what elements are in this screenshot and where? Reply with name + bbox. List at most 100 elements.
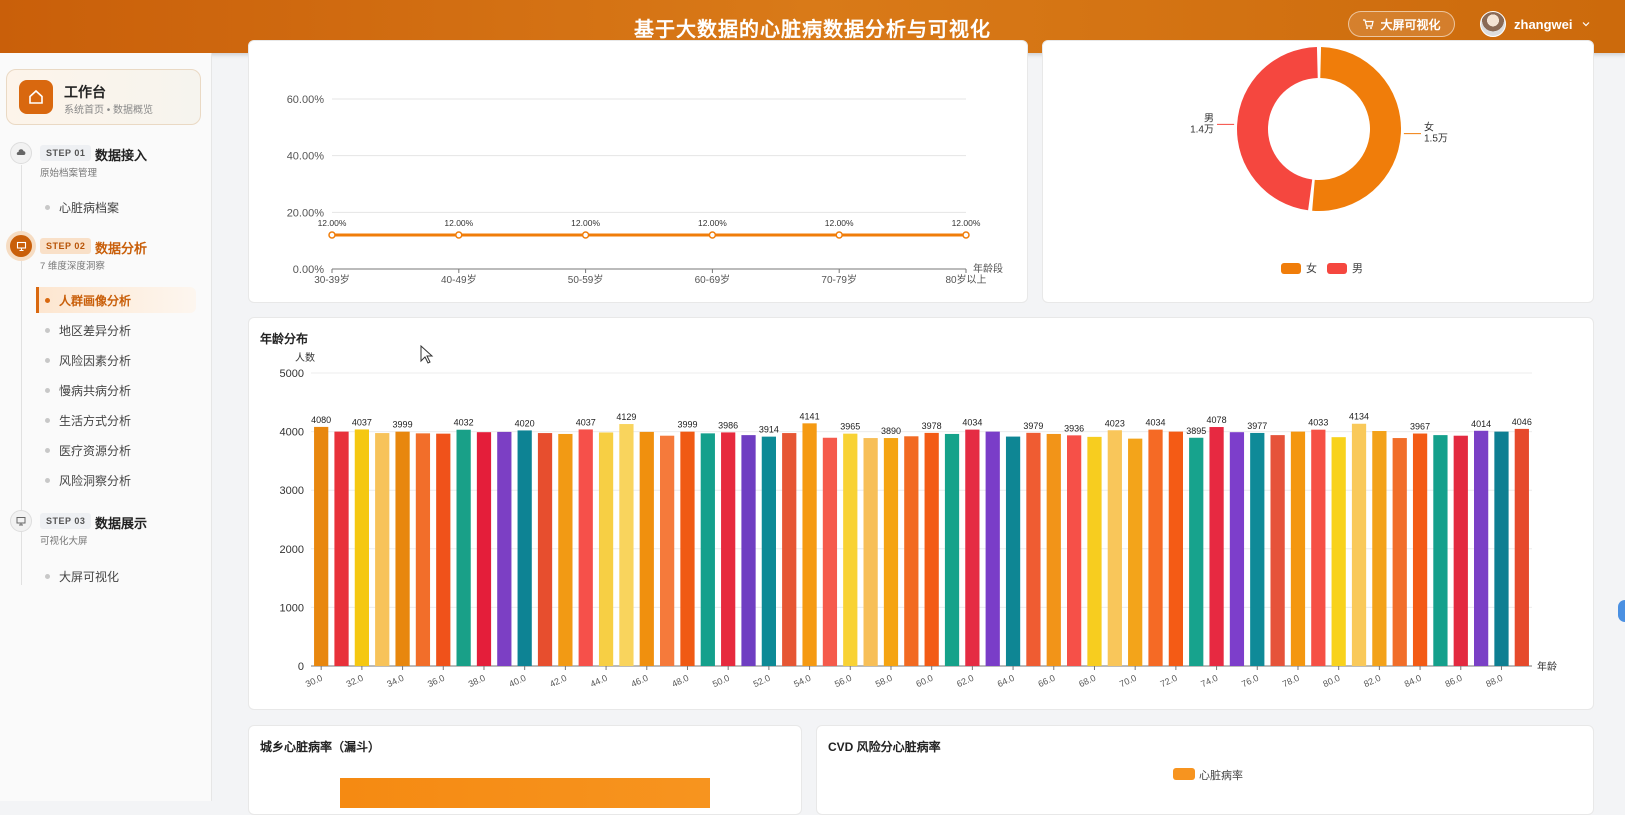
age-distribution-bar-chart: 0 1000 2000 3000 4000 5000 人数年龄 4080 4037 3999 403… <box>280 351 1557 689</box>
step-sub-2: 7 维度深度洞察 <box>40 261 105 272</box>
username: zhangwei <box>1514 16 1573 32</box>
bullet <box>45 387 50 393</box>
bar <box>1148 429 1163 666</box>
sidebar-item-risk-insight[interactable]: 风险洞察分析 <box>36 467 196 493</box>
age-rate-line-chart: 0.00%20.00%40.00%60.00%12.00%30-39岁12.00… <box>287 94 1003 286</box>
bar <box>415 433 431 666</box>
slice-label-name: 女 <box>1424 121 1434 134</box>
workbench-card[interactable]: 工作台 系统首页 • 数据概览 <box>6 69 201 125</box>
home-icon <box>19 80 53 114</box>
x-tick-label: 42.0 <box>548 673 568 689</box>
slice-label-value: 1.4万 <box>1190 124 1214 135</box>
x-tick-label: 84.0 <box>1403 673 1423 689</box>
x-tick-label: 30-39岁 <box>314 273 350 286</box>
sidebar-item-risk-factors[interactable]: 风险因素分析 <box>36 347 196 373</box>
bar-value-label: 4023 <box>1105 418 1125 428</box>
cvd-risk-title: CVD 风险分心脏病率 <box>828 740 941 754</box>
data-point <box>708 231 717 239</box>
x-tick-label: 32.0 <box>345 673 365 689</box>
bar <box>985 431 1000 666</box>
sidebar-item-lifestyle[interactable]: 生活方式分析 <box>36 407 196 433</box>
bar <box>721 432 736 666</box>
cart-icon <box>1363 19 1375 29</box>
bar <box>802 423 817 666</box>
bar-value-label: 4046 <box>1512 417 1532 427</box>
bar <box>843 433 858 666</box>
bar <box>1067 435 1082 666</box>
bar <box>1453 435 1468 666</box>
step-name-1: 数据接入 <box>95 148 148 163</box>
bar-value-label: 4032 <box>454 418 474 428</box>
x-axis-title: 年龄段 <box>973 262 1003 275</box>
bar <box>1514 428 1529 666</box>
bar <box>456 429 471 666</box>
sidebar-item-comorbidity[interactable]: 慢病共病分析 <box>36 377 196 403</box>
bar <box>375 433 390 666</box>
bar <box>619 424 634 666</box>
legend-label: 女 <box>1306 261 1317 275</box>
bar <box>1494 431 1509 666</box>
bar-value-label: 4033 <box>1308 418 1328 428</box>
x-tick-label: 38.0 <box>467 673 487 689</box>
bar-value-label: 3936 <box>1064 423 1084 433</box>
sidebar-item-bigscreen[interactable]: 大屏可视化 <box>36 563 196 589</box>
sidebar-item-label: 人群画像分析 <box>59 293 132 308</box>
legend-label: 心脏病率 <box>1199 770 1243 782</box>
x-tick-label: 52.0 <box>752 673 772 689</box>
bigscreen-button[interactable]: 大屏可视化 <box>1348 11 1455 37</box>
bar-value-label: 4014 <box>1471 419 1491 429</box>
sidebar-item-population-profile[interactable]: 人群画像分析 <box>36 287 196 313</box>
bar-value-label: 4141 <box>800 411 820 421</box>
data-label: 12.00% <box>571 218 600 228</box>
x-tick-label: 34.0 <box>385 673 405 689</box>
bar <box>1107 430 1122 666</box>
y-tick-label: 1000 <box>280 602 304 614</box>
pie-slice-0 <box>1312 47 1402 212</box>
legend-swatch <box>1281 263 1301 274</box>
step-tag-3: STEP 03 <box>40 513 92 529</box>
avatar <box>1480 11 1506 37</box>
bar <box>497 431 512 666</box>
bar <box>1087 436 1102 666</box>
age-rate-chart-card: 0.00% 20.00% 40.00% 60.00% 12.00% 30-39岁 12.00… <box>248 40 1028 303</box>
bar <box>1372 431 1387 666</box>
x-tick-label: 60.0 <box>914 673 934 689</box>
bar-value-label: 4020 <box>515 418 535 428</box>
y-tick-label: 3000 <box>280 485 304 497</box>
slice-label-name: 男 <box>1204 112 1214 124</box>
bullet <box>45 297 50 303</box>
sidebar-item-region[interactable]: 地区差异分析 <box>36 317 196 343</box>
sidebar-item-label: 医疗资源分析 <box>59 443 132 458</box>
legend-swatch <box>1327 263 1347 274</box>
bar <box>1189 437 1204 666</box>
scroll-handle[interactable] <box>1618 600 1625 622</box>
data-label: 12.00% <box>825 218 854 228</box>
monitor-icon <box>10 510 32 532</box>
step-name-2: 数据分析 <box>95 241 148 256</box>
funnel-bar <box>340 778 710 808</box>
x-tick-label: 78.0 <box>1281 673 1301 689</box>
bar-value-label: 3986 <box>718 420 738 430</box>
x-tick-label: 80.0 <box>1321 673 1341 689</box>
bar <box>1331 437 1346 666</box>
workbench-subtitle: 系统首页 • 数据概览 <box>64 105 154 116</box>
x-tick-label: 86.0 <box>1444 673 1464 689</box>
data-label: 12.00% <box>698 218 727 228</box>
x-tick-label: 46.0 <box>630 673 650 689</box>
bar <box>537 433 553 666</box>
bar-value-label: 4129 <box>616 412 636 422</box>
bar <box>741 435 756 666</box>
bullet <box>45 327 50 333</box>
x-tick-label: 48.0 <box>670 673 690 689</box>
y-tick-label: 40.00% <box>287 151 325 163</box>
workbench-title: 工作台 <box>64 84 106 100</box>
sidebar-item-heart-records[interactable]: 心脏病档案 <box>36 194 196 220</box>
bar <box>863 438 878 666</box>
y-tick-label: 5000 <box>280 368 304 380</box>
bar <box>1026 432 1041 666</box>
user-menu[interactable]: zhangwei <box>1480 11 1591 37</box>
bar <box>761 436 776 666</box>
x-tick-label: 40.0 <box>507 673 527 689</box>
bar <box>822 437 838 666</box>
sidebar-item-medical-resources[interactable]: 医疗资源分析 <box>36 437 196 463</box>
